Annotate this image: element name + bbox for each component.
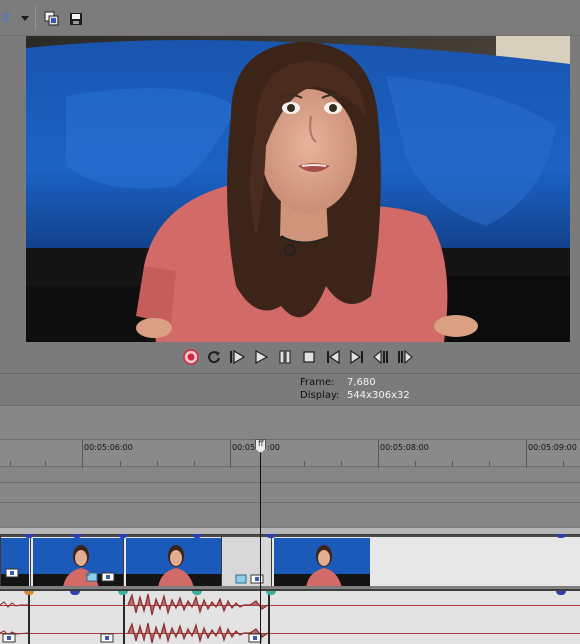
ruler-minor-tick — [415, 461, 416, 466]
playhead-line[interactable] — [260, 439, 261, 644]
ruler-minor-tick — [304, 461, 305, 466]
ruler-minor-tick — [10, 461, 11, 466]
ruler-minor-tick — [341, 461, 342, 466]
pause-icon[interactable] — [276, 348, 294, 366]
clip-header — [272, 535, 580, 537]
ruler-minor-tick — [194, 461, 195, 466]
display-value: 544x306x32 — [347, 390, 410, 401]
audio-event-edge[interactable] — [28, 591, 30, 644]
frame-label: Frame: — [300, 377, 335, 388]
stop-icon[interactable] — [300, 348, 318, 366]
ruler-minor-tick — [120, 461, 121, 466]
event-fx-icon[interactable] — [250, 573, 264, 585]
jog-back-icon[interactable] — [372, 348, 390, 366]
event-fx-icon[interactable] — [5, 567, 19, 579]
display-label: Display: — [300, 390, 340, 401]
grid-icon[interactable]: # — [0, 10, 14, 26]
audio-fx-icon[interactable] — [100, 632, 114, 644]
audio-event-edge[interactable] — [123, 591, 125, 644]
video-clip[interactable] — [30, 534, 123, 586]
timeline: 00:05:06:00 00:05:0 :00 00:05:08:00 00:0… — [0, 407, 580, 644]
ruler-label: 00:05:06:00 — [84, 443, 133, 452]
prev-frame-icon[interactable] — [324, 348, 342, 366]
clip-thumbnail — [126, 538, 221, 586]
video-track[interactable] — [0, 526, 580, 588]
frame-info: Frame: 7,680 Display: 544x306x32 — [300, 377, 500, 403]
save-icon[interactable] — [68, 11, 84, 27]
video-preview — [26, 36, 570, 342]
time-ruler[interactable]: 00:05:06:00 00:05:0 :00 00:05:08:00 00:0… — [0, 439, 580, 468]
marker-track[interactable] — [0, 468, 580, 526]
audio-fx-icon[interactable] — [2, 632, 16, 644]
record-icon[interactable] — [182, 348, 200, 366]
ruler-minor-tick — [45, 461, 46, 466]
play-icon[interactable] — [252, 348, 270, 366]
toolbar-divider — [35, 6, 36, 30]
audio-waveform — [0, 591, 580, 644]
ruler-minor-tick — [563, 461, 564, 466]
ruler-label: 00:05:09:00 — [528, 443, 577, 452]
ruler-minor-tick — [452, 461, 453, 466]
ruler-label: 00:05:08:00 — [380, 443, 429, 452]
video-clip[interactable] — [0, 534, 30, 586]
clip-header — [222, 535, 271, 537]
preview-toolbar: # — [0, 0, 580, 36]
video-clip-gap[interactable] — [221, 534, 271, 586]
ruler-tick — [526, 440, 527, 468]
video-clip[interactable] — [123, 534, 221, 586]
next-frame-icon[interactable] — [348, 348, 366, 366]
event-fx-icon[interactable] — [101, 571, 115, 583]
audio-track[interactable] — [0, 589, 580, 644]
split-screen-icon[interactable] — [44, 11, 60, 27]
clip-header — [124, 535, 221, 537]
track-gridline — [0, 502, 580, 503]
frame-value: 7,680 — [347, 377, 376, 388]
track-gridline — [0, 482, 580, 483]
loop-icon[interactable] — [205, 348, 223, 366]
crop-icon[interactable] — [85, 571, 99, 583]
ruler-minor-tick — [489, 461, 490, 466]
ruler-tick — [82, 440, 83, 468]
video-clip[interactable] — [271, 534, 580, 586]
play-from-start-icon[interactable] — [228, 348, 246, 366]
grid-dropdown-icon[interactable] — [21, 16, 29, 21]
ruler-tick — [378, 440, 379, 468]
ruler-tick — [230, 440, 231, 468]
clip-thumbnail — [274, 538, 370, 586]
crop-icon[interactable] — [234, 573, 248, 585]
transport-controls — [180, 348, 420, 368]
audio-event-edge[interactable] — [268, 591, 270, 644]
preview-divider — [0, 373, 580, 374]
jog-forward-icon[interactable] — [396, 348, 414, 366]
ruler-minor-tick — [157, 461, 158, 466]
ruler-label: :00 — [267, 443, 280, 452]
video-editor-window: # Frame: 7,680 Display: 544x306x32 00:05… — [0, 0, 580, 644]
